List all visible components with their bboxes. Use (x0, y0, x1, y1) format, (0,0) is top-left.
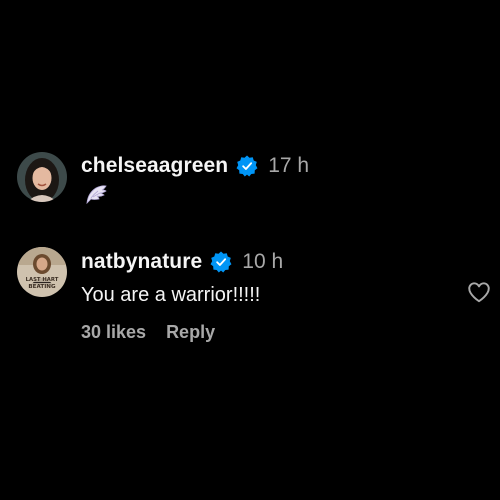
verified-badge-icon (210, 251, 232, 273)
wing-emoji-icon (84, 183, 108, 207)
username[interactable]: chelseaagreen (81, 154, 228, 178)
verified-badge-icon (236, 155, 258, 177)
timestamp: 17 h (268, 154, 310, 177)
avatar[interactable]: LAST HART BEATING (17, 247, 67, 297)
comment-text: You are a warrior!!!!! (81, 284, 261, 306)
reply-button[interactable]: Reply (166, 322, 215, 343)
username[interactable]: natbynature (81, 250, 202, 274)
heart-icon[interactable] (466, 279, 492, 305)
comment-header: natbynature 10 h (81, 247, 283, 277)
avatar-text-bottom: BEATING (28, 284, 56, 290)
comment-actions: 30 likes Reply (81, 322, 215, 343)
avatar[interactable] (17, 152, 67, 202)
timestamp: 10 h (242, 250, 284, 273)
avatar-text-top: LAST HART (26, 277, 59, 283)
likes-count[interactable]: 30 likes (81, 322, 146, 343)
comment-header: chelseaagreen 17 h (81, 151, 309, 181)
